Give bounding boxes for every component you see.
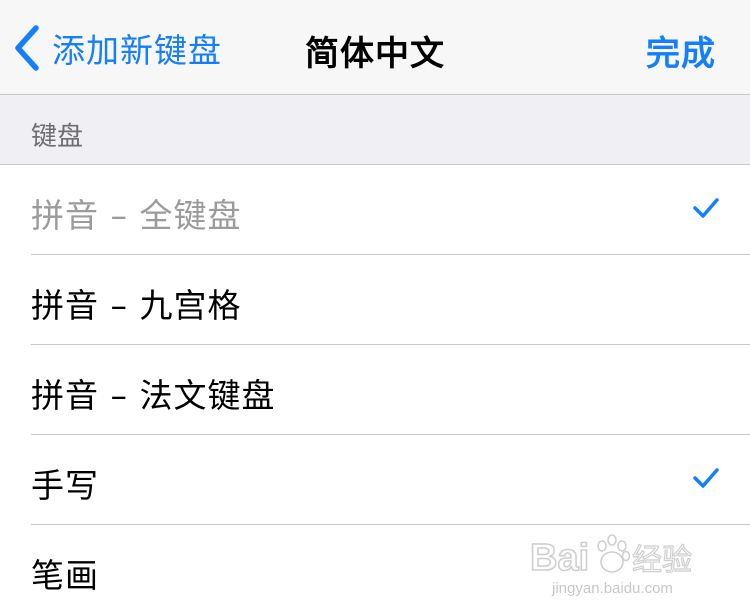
list-item-pinyin-full[interactable]: 拼音 – 全键盘	[0, 165, 750, 255]
checkmark-icon	[692, 196, 720, 220]
list-item-label: 手写	[31, 466, 99, 505]
svg-text:经验: 经验	[632, 543, 692, 578]
list-item-handwriting[interactable]: 手写	[0, 435, 750, 525]
done-button[interactable]: 完成	[646, 26, 716, 75]
list-item-label: 拼音 – 法文键盘	[31, 376, 276, 415]
baidu-watermark-logo: Bai 经验 jingyan.baidu.com	[528, 528, 728, 608]
page-title: 简体中文	[305, 34, 445, 74]
watermark-url: jingyan.baidu.com	[552, 580, 673, 597]
keyboard-settings-screen: 添加新键盘 简体中文 完成 键盘 拼音 – 全键盘 拼音 – 九宫格 拼音 – …	[0, 0, 750, 611]
list-item-label: 笔画	[31, 556, 99, 595]
section-header: 键盘	[0, 95, 750, 165]
section-header-label: 键盘	[31, 122, 84, 152]
navigation-bar: 添加新键盘 简体中文 完成	[0, 0, 750, 95]
list-item-label: 拼音 – 九宫格	[31, 286, 242, 325]
list-item-pinyin-nine-grid[interactable]: 拼音 – 九宫格	[0, 255, 750, 345]
checkmark-icon	[692, 466, 720, 490]
list-item-pinyin-french[interactable]: 拼音 – 法文键盘	[0, 345, 750, 435]
svg-text:Bai: Bai	[530, 537, 589, 579]
list-item-label: 拼音 – 全键盘	[31, 196, 242, 235]
